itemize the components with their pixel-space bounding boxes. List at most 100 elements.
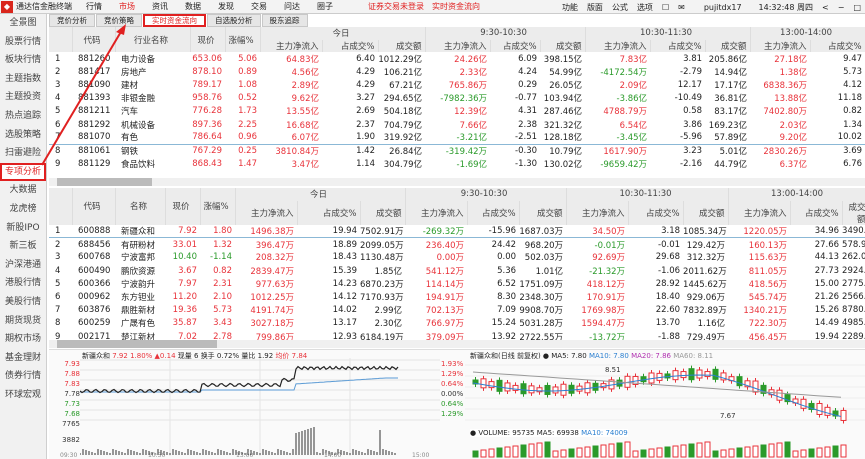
menu-item-1[interactable]: 市场 bbox=[119, 2, 135, 11]
col-header[interactable]: 成交额 bbox=[519, 200, 567, 225]
table-row[interactable]: 7 603876 鼎胜新材 19.36 5.73 4191.74万 14.02 2.99亿 70… bbox=[49, 304, 865, 317]
table-row[interactable]: 2 688456 有研粉材 33.01 1.32 396.47万 18.89 2099.05万… bbox=[49, 238, 865, 251]
table-row[interactable]: 3 881090 建材 789.17 1.08 2.89亿 4.29 67.21亿 765.86… bbox=[49, 78, 865, 91]
table-row[interactable]: 4 600490 鹏欣资源 3.67 0.82 2839.47万 15.39 1.85亿 541… bbox=[49, 264, 865, 277]
table-row[interactable]: 6 881292 机械设备 897.36 2.25 16.68亿 2.37 704.79亿 7.… bbox=[49, 118, 865, 131]
sidebar-item-15[interactable]: 美股行情 bbox=[0, 293, 46, 312]
table-row[interactable]: 2 881417 房地产 878.10 0.89 4.56亿 4.29 106.21亿 2.33… bbox=[49, 65, 865, 78]
col-header[interactable]: 代码 bbox=[72, 188, 116, 225]
tab-1[interactable]: 竞价策略 bbox=[96, 14, 142, 27]
table-row[interactable]: 5 600366 宁波韵升 7.97 2.31 977.63万 14.23 6870.23万 1… bbox=[49, 277, 865, 290]
tool-options[interactable]: 选项 bbox=[637, 2, 653, 13]
fund-flow-link[interactable]: 实时资金流向 bbox=[432, 1, 480, 12]
col-header[interactable]: 行业名称 bbox=[115, 27, 191, 52]
sidebar-item-14[interactable]: 港股行情 bbox=[0, 274, 46, 293]
tab-3[interactable]: 自选股分析 bbox=[207, 14, 261, 27]
table-row[interactable]: 5 881211 汽车 776.28 1.73 13.55亿 2.69 504.18亿 12.3… bbox=[49, 105, 865, 118]
col-header[interactable]: 成交额 bbox=[842, 200, 865, 225]
username[interactable]: pujitdx17 bbox=[704, 3, 742, 12]
col-header[interactable]: 主力净流入 bbox=[585, 39, 651, 52]
sidebar-item-6[interactable]: 选股策略 bbox=[0, 126, 46, 145]
sidebar-item-2[interactable]: 板块行情 bbox=[0, 51, 46, 70]
sidebar-item-0[interactable]: 全景图 bbox=[0, 14, 46, 33]
col-header[interactable] bbox=[49, 188, 73, 225]
col-header[interactable]: 占成交% bbox=[628, 200, 684, 225]
menu-item-5[interactable]: 交易 bbox=[251, 2, 267, 11]
col-header[interactable]: 主力净流入 bbox=[750, 39, 811, 52]
table-row[interactable]: 6 000962 东方钽业 11.20 2.10 1012.25万 14.12 7170.93… bbox=[49, 290, 865, 303]
sidebar-item-20[interactable]: 环球宏观 bbox=[0, 386, 46, 405]
tab-0[interactable]: 竞价分析 bbox=[49, 14, 95, 27]
col-header[interactable]: 成交额 bbox=[540, 39, 586, 52]
tool-layout[interactable]: 版面 bbox=[587, 2, 603, 13]
sidebar-item-12[interactable]: 新三板 bbox=[0, 237, 46, 256]
sidebar-item-7[interactable]: 扫雷避险 bbox=[0, 144, 46, 163]
table-row[interactable]: 3 600768 宁波富邦 10.40 -1.14 208.32万 18.43 1130.48… bbox=[49, 251, 865, 264]
table-row[interactable]: 1 881260 电力设备 653.06 5.06 64.83亿 6.40 1012.29亿 2… bbox=[49, 52, 865, 65]
sidebar-item-13[interactable]: 沪深港通 bbox=[0, 256, 46, 275]
kline-chart[interactable]: 8.51 7.67 bbox=[465, 360, 865, 459]
tool-function[interactable]: 功能 bbox=[562, 2, 578, 13]
sidebar-item-1[interactable]: 股票行情 bbox=[0, 33, 46, 52]
col-header[interactable]: 占成交% bbox=[467, 200, 520, 225]
col-header[interactable]: 成交额 bbox=[683, 200, 729, 225]
sidebar-item-4[interactable]: 主题投资 bbox=[0, 88, 46, 107]
col-header[interactable]: 占成交% bbox=[790, 200, 843, 225]
col-header[interactable]: 主力净流入 bbox=[405, 200, 468, 225]
sector-table-scrollbar[interactable] bbox=[49, 178, 865, 186]
col-header[interactable] bbox=[49, 27, 73, 52]
col-header[interactable]: 占成交% bbox=[322, 39, 379, 52]
minimize-button[interactable]: − bbox=[838, 3, 845, 12]
tool-formula[interactable]: 公式 bbox=[612, 2, 628, 13]
sidebar-item-19[interactable]: 债券行情 bbox=[0, 367, 46, 386]
col-header[interactable]: 占成交% bbox=[490, 39, 541, 52]
sidebar-item-5[interactable]: 热点追踪 bbox=[0, 107, 46, 126]
col-header[interactable]: 涨幅% bbox=[200, 188, 236, 225]
sidebar-item-18[interactable]: 基金理财 bbox=[0, 349, 46, 368]
col-header[interactable]: 成交额 bbox=[378, 39, 426, 52]
stock-table-scrollbar[interactable] bbox=[49, 340, 865, 348]
sidebar-item-9[interactable]: 大数据 bbox=[0, 181, 46, 200]
sidebar-item-10[interactable]: 龙虎榜 bbox=[0, 200, 46, 219]
back-button[interactable]: < bbox=[822, 3, 829, 12]
col-header[interactable]: 成交额 bbox=[360, 200, 406, 225]
menu-item-4[interactable]: 发现 bbox=[218, 2, 234, 11]
login-status-link[interactable]: 证券交易未登录 bbox=[368, 1, 424, 12]
table-row[interactable]: 1 600888 新疆众和 7.92 1.80 1496.38万 19.94 7502.91万… bbox=[49, 224, 865, 239]
window-icon[interactable]: ☐ bbox=[662, 3, 669, 12]
col-header[interactable]: 占成交% bbox=[810, 39, 865, 52]
sidebar-item-11[interactable]: 新股IPO bbox=[0, 219, 46, 238]
menu-item-0[interactable]: 行情 bbox=[86, 2, 102, 11]
sidebar-item-3[interactable]: 主题指数 bbox=[0, 70, 46, 89]
tab-2[interactable]: 实时资金流向 bbox=[143, 14, 206, 27]
col-header[interactable]: 现价 bbox=[190, 27, 226, 52]
table-row[interactable]: 7 881070 有色 786.64 0.96 6.07亿 1.90 319.92亿 -3.21… bbox=[49, 131, 865, 145]
table-row[interactable]: 9 881129 食品饮料 868.43 1.47 3.47亿 1.14 304.79亿 -1.… bbox=[49, 158, 865, 171]
col-header[interactable]: 主力净流入 bbox=[728, 200, 791, 225]
col-header[interactable]: 现价 bbox=[165, 188, 201, 225]
maximize-button[interactable]: □ bbox=[853, 3, 861, 12]
menu-item-7[interactable]: 圈子 bbox=[317, 2, 333, 11]
col-header[interactable]: 占成交% bbox=[650, 39, 706, 52]
message-icon[interactable]: ✉ bbox=[678, 3, 685, 12]
col-header[interactable]: 主力净流入 bbox=[260, 39, 323, 52]
menu-item-6[interactable]: 问达 bbox=[284, 2, 300, 11]
menu-item-2[interactable]: 资讯 bbox=[152, 2, 168, 11]
menu-item-3[interactable]: 数据 bbox=[185, 2, 201, 11]
table-row[interactable]: 8 881061 钢铁 767.29 0.25 3810.84万 1.42 26.84亿 -31… bbox=[49, 144, 865, 157]
sidebar-item-8[interactable]: 专项分析 bbox=[0, 162, 46, 182]
col-header[interactable]: 涨幅% bbox=[225, 27, 261, 52]
tab-4[interactable]: 股东追踪 bbox=[261, 14, 308, 27]
intraday-chart[interactable] bbox=[80, 358, 440, 456]
col-header[interactable]: 主力净流入 bbox=[235, 200, 298, 225]
table-row[interactable]: 4 881393 非银金融 958.76 0.52 9.62亿 3.27 294.65亿 -79… bbox=[49, 92, 865, 105]
col-header[interactable]: 成交额 bbox=[705, 39, 751, 52]
table-row[interactable]: 8 600259 广晟有色 35.87 3.43 3027.18万 13.17 2.30亿 76… bbox=[49, 317, 865, 330]
col-header[interactable]: 主力净流入 bbox=[566, 200, 629, 225]
col-header[interactable]: 代码 bbox=[72, 27, 116, 52]
sidebar-item-17[interactable]: 期权市场 bbox=[0, 330, 46, 349]
col-header[interactable]: 主力净流入 bbox=[425, 39, 491, 52]
col-header[interactable]: 名称 bbox=[115, 188, 166, 225]
sidebar-item-16[interactable]: 期货现货 bbox=[0, 312, 46, 331]
col-header[interactable]: 占成交% bbox=[297, 200, 361, 225]
